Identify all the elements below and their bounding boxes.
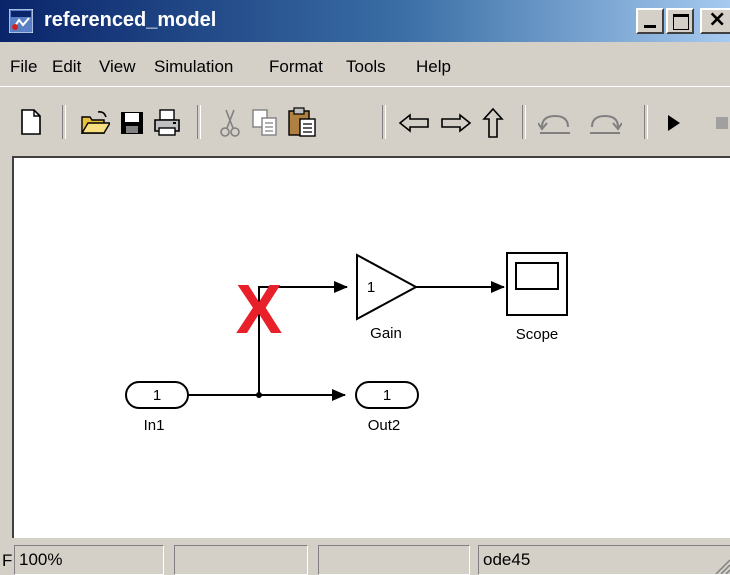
scope-block[interactable]: Scope [506,252,568,343]
menu-format[interactable]: Format [269,57,323,77]
open-icon[interactable] [80,111,110,135]
new-icon[interactable] [20,109,42,135]
gain-label: Gain [370,325,402,342]
menu-bar: File Edit View Simulation Format Tools H… [0,42,730,86]
menu-edit[interactable]: Edit [52,57,81,77]
in1-label: In1 [144,417,165,434]
cut-icon[interactable] [220,108,240,138]
paste-icon[interactable] [287,107,317,137]
window-title: referenced_model [44,9,217,31]
status-field-empty [318,545,470,575]
simulink-app-icon[interactable] [8,8,34,34]
run-icon[interactable] [666,113,682,133]
close-icon: × [708,7,727,32]
forward-icon[interactable] [440,113,472,133]
minimize-button[interactable] [636,8,664,34]
toolbar [0,86,730,157]
gain-value: 1 [367,279,375,296]
menu-file[interactable]: File [10,57,37,77]
status-solver: ode45 [478,545,730,575]
red-x-mark: X [236,270,283,348]
up-icon[interactable] [482,107,504,139]
in1-port-number: 1 [153,387,161,404]
back-icon[interactable] [398,113,430,133]
stop-icon[interactable] [716,117,730,131]
status-bar: F 100% ode45 [0,538,730,575]
title-bar: referenced_model × [0,0,730,42]
minimize-icon [644,25,656,28]
gain-block[interactable]: 1 Gain [356,253,419,342]
maximize-icon [673,14,689,30]
out2-label: Out2 [368,417,401,434]
status-field-empty [174,545,308,575]
redo-icon[interactable] [588,113,622,135]
menu-help[interactable]: Help [416,57,451,77]
window-left-border [0,156,12,538]
status-zoom: 100% [14,545,164,575]
resize-grip-icon[interactable] [714,558,730,574]
maximize-button[interactable] [666,8,694,34]
toolbar-separator [644,105,648,139]
print-icon[interactable] [153,109,181,137]
menu-simulation[interactable]: Simulation [154,57,233,77]
save-icon[interactable] [120,111,144,135]
toolbar-separator [197,105,201,139]
undo-icon[interactable] [538,113,572,135]
toolbar-separator [522,105,526,139]
model-canvas[interactable]: 1 In1 1 Out2 1 Gain Scope X [12,156,730,538]
out2-port-number: 1 [383,387,391,404]
close-button[interactable]: × [700,7,730,34]
menu-tools[interactable]: Tools [346,57,386,77]
scope-screen-icon [515,262,559,290]
status-truncated-text: F [2,551,13,570]
toolbar-separator [382,105,386,139]
block-diagram[interactable]: 1 In1 1 Out2 1 Gain Scope X [14,158,730,538]
copy-icon[interactable] [252,109,278,137]
out2-block[interactable]: 1 Out2 [355,381,419,434]
scope-label: Scope [516,326,559,343]
branch-point[interactable] [256,392,262,398]
in1-block[interactable]: 1 In1 [125,381,189,434]
toolbar-separator [62,105,66,139]
menu-view[interactable]: View [99,57,136,77]
